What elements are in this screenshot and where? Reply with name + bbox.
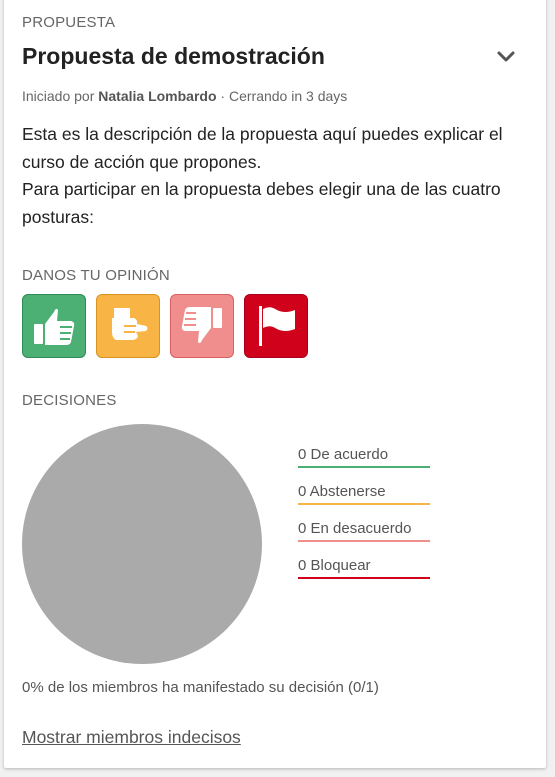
pie-empty-circle [22, 424, 262, 664]
description-paragraph: Para participar en la propuesta debes el… [22, 179, 501, 227]
block-button[interactable] [244, 294, 308, 358]
legend-abstain: 0 Abstenerse [298, 483, 430, 505]
proposal-description: Esta es la descripción de la propuesta a… [22, 121, 532, 231]
started-by-label: Iniciado por [22, 88, 95, 104]
flag-icon [259, 306, 295, 346]
legend-block: 0 Bloquear [298, 557, 430, 579]
thumbs-down-icon [181, 307, 222, 344]
thumbs-up-icon [34, 308, 75, 345]
proposal-card: PROPUESTA Propuesta de demostración Inic… [4, 0, 546, 768]
proposal-meta: Iniciado por Natalia Lombardo · Cerrando… [22, 88, 347, 104]
author-name[interactable]: Natalia Lombardo [98, 88, 216, 104]
section-label-proposal: PROPUESTA [22, 14, 116, 31]
agree-button[interactable] [22, 294, 86, 358]
decision-summary: 0% de los miembros ha manifestado su dec… [22, 679, 379, 696]
chevron-down-icon[interactable] [496, 49, 516, 65]
proposal-title: Propuesta de demostración [22, 43, 325, 69]
decisions-legend: 0 De acuerdo 0 Abstenerse 0 En desacuerd… [298, 446, 430, 594]
description-paragraph: Esta es la descripción de la propuesta a… [22, 124, 503, 172]
section-label-opinion: DANOS TU OPINIÓN [22, 267, 170, 284]
decisions-pie-chart [22, 424, 262, 664]
hand-flat-icon [112, 308, 148, 340]
section-label-decisions: DECISIONES [22, 392, 117, 409]
legend-agree: 0 De acuerdo [298, 446, 430, 468]
abstain-button[interactable] [96, 294, 160, 358]
disagree-button[interactable] [170, 294, 234, 358]
legend-disagree: 0 En desacuerdo [298, 520, 430, 542]
vote-buttons [22, 294, 308, 358]
show-undecided-link[interactable]: Mostrar miembros indecisos [22, 727, 241, 748]
closing-time: · Cerrando in 3 days [220, 88, 348, 104]
